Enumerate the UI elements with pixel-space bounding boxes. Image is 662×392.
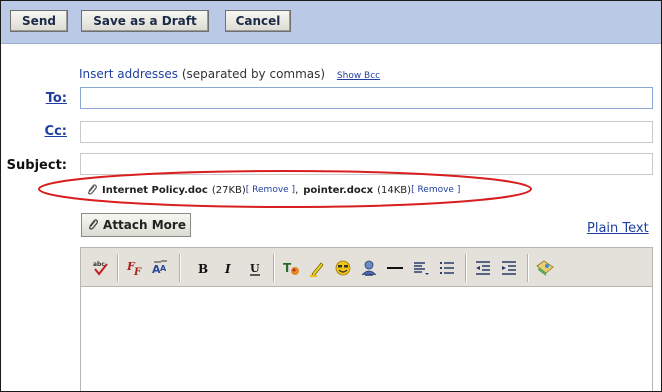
attach-more-button[interactable]: Attach More xyxy=(81,213,191,237)
compose-window: Send Save as a Draft Cancel Insert addre… xyxy=(0,0,662,392)
cc-label-link[interactable]: Cc: xyxy=(1,124,67,139)
to-field[interactable] xyxy=(80,87,653,109)
bullet-list-icon[interactable] xyxy=(437,258,457,278)
address-hint: Insert addresses (separated by commas) S… xyxy=(79,67,380,81)
link-icon[interactable] xyxy=(359,258,379,278)
remove-attachment-link[interactable]: [ Remove ] xyxy=(246,185,295,195)
italic-icon[interactable]: I xyxy=(219,258,239,278)
save-draft-button[interactable]: Save as a Draft xyxy=(81,10,209,32)
attachment-size: (27KB) xyxy=(211,184,246,196)
spellcheck-icon[interactable]: abc xyxy=(91,258,111,278)
underline-icon[interactable]: U xyxy=(245,258,265,278)
send-button[interactable]: Send xyxy=(10,10,68,32)
attachment-name: Internet Policy.doc xyxy=(102,184,208,196)
indent-icon[interactable] xyxy=(499,258,519,278)
align-icon[interactable] xyxy=(411,258,431,278)
svg-text:T: T xyxy=(283,261,292,275)
attachment-list: Internet Policy.doc (27KB) [ Remove ] , … xyxy=(85,183,460,197)
message-body-editor[interactable] xyxy=(80,287,653,391)
insert-addresses-link[interactable]: Insert addresses xyxy=(79,67,178,81)
editor-toolbar: abc FF AA B I U T xyxy=(80,247,653,287)
attach-more-label: Attach More xyxy=(103,218,186,232)
svg-text:F: F xyxy=(133,267,142,278)
font-size-icon[interactable]: AA xyxy=(151,258,171,278)
emoticon-icon[interactable] xyxy=(333,258,353,278)
image-icon[interactable] xyxy=(535,258,555,278)
attachment-size: (14KB) xyxy=(377,184,412,196)
svg-text:A: A xyxy=(160,264,167,273)
address-note: (separated by commas) xyxy=(181,67,326,81)
svg-text:B: B xyxy=(198,262,208,276)
svg-text:U: U xyxy=(250,262,260,275)
paperclip-icon xyxy=(88,184,97,195)
plain-text-link[interactable]: Plain Text xyxy=(587,221,649,236)
font-icon[interactable]: FF xyxy=(125,258,145,278)
cancel-button[interactable]: Cancel xyxy=(225,10,291,32)
svg-text:I: I xyxy=(224,262,231,276)
to-label-link[interactable]: To: xyxy=(1,91,67,106)
highlight-icon[interactable] xyxy=(307,258,327,278)
cc-field[interactable] xyxy=(80,121,653,143)
outdent-icon[interactable] xyxy=(473,258,493,278)
compose-toolbar: Send Save as a Draft Cancel xyxy=(1,1,661,44)
attachment-name: pointer.docx xyxy=(303,184,374,196)
paperclip-icon xyxy=(89,219,99,230)
bold-icon[interactable]: B xyxy=(193,258,213,278)
show-bcc-link[interactable]: Show Bcc xyxy=(337,71,380,81)
text-color-icon[interactable]: T xyxy=(281,258,301,278)
remove-attachment-link[interactable]: [ Remove ] xyxy=(411,185,460,195)
horizontal-rule-icon[interactable] xyxy=(385,258,405,278)
